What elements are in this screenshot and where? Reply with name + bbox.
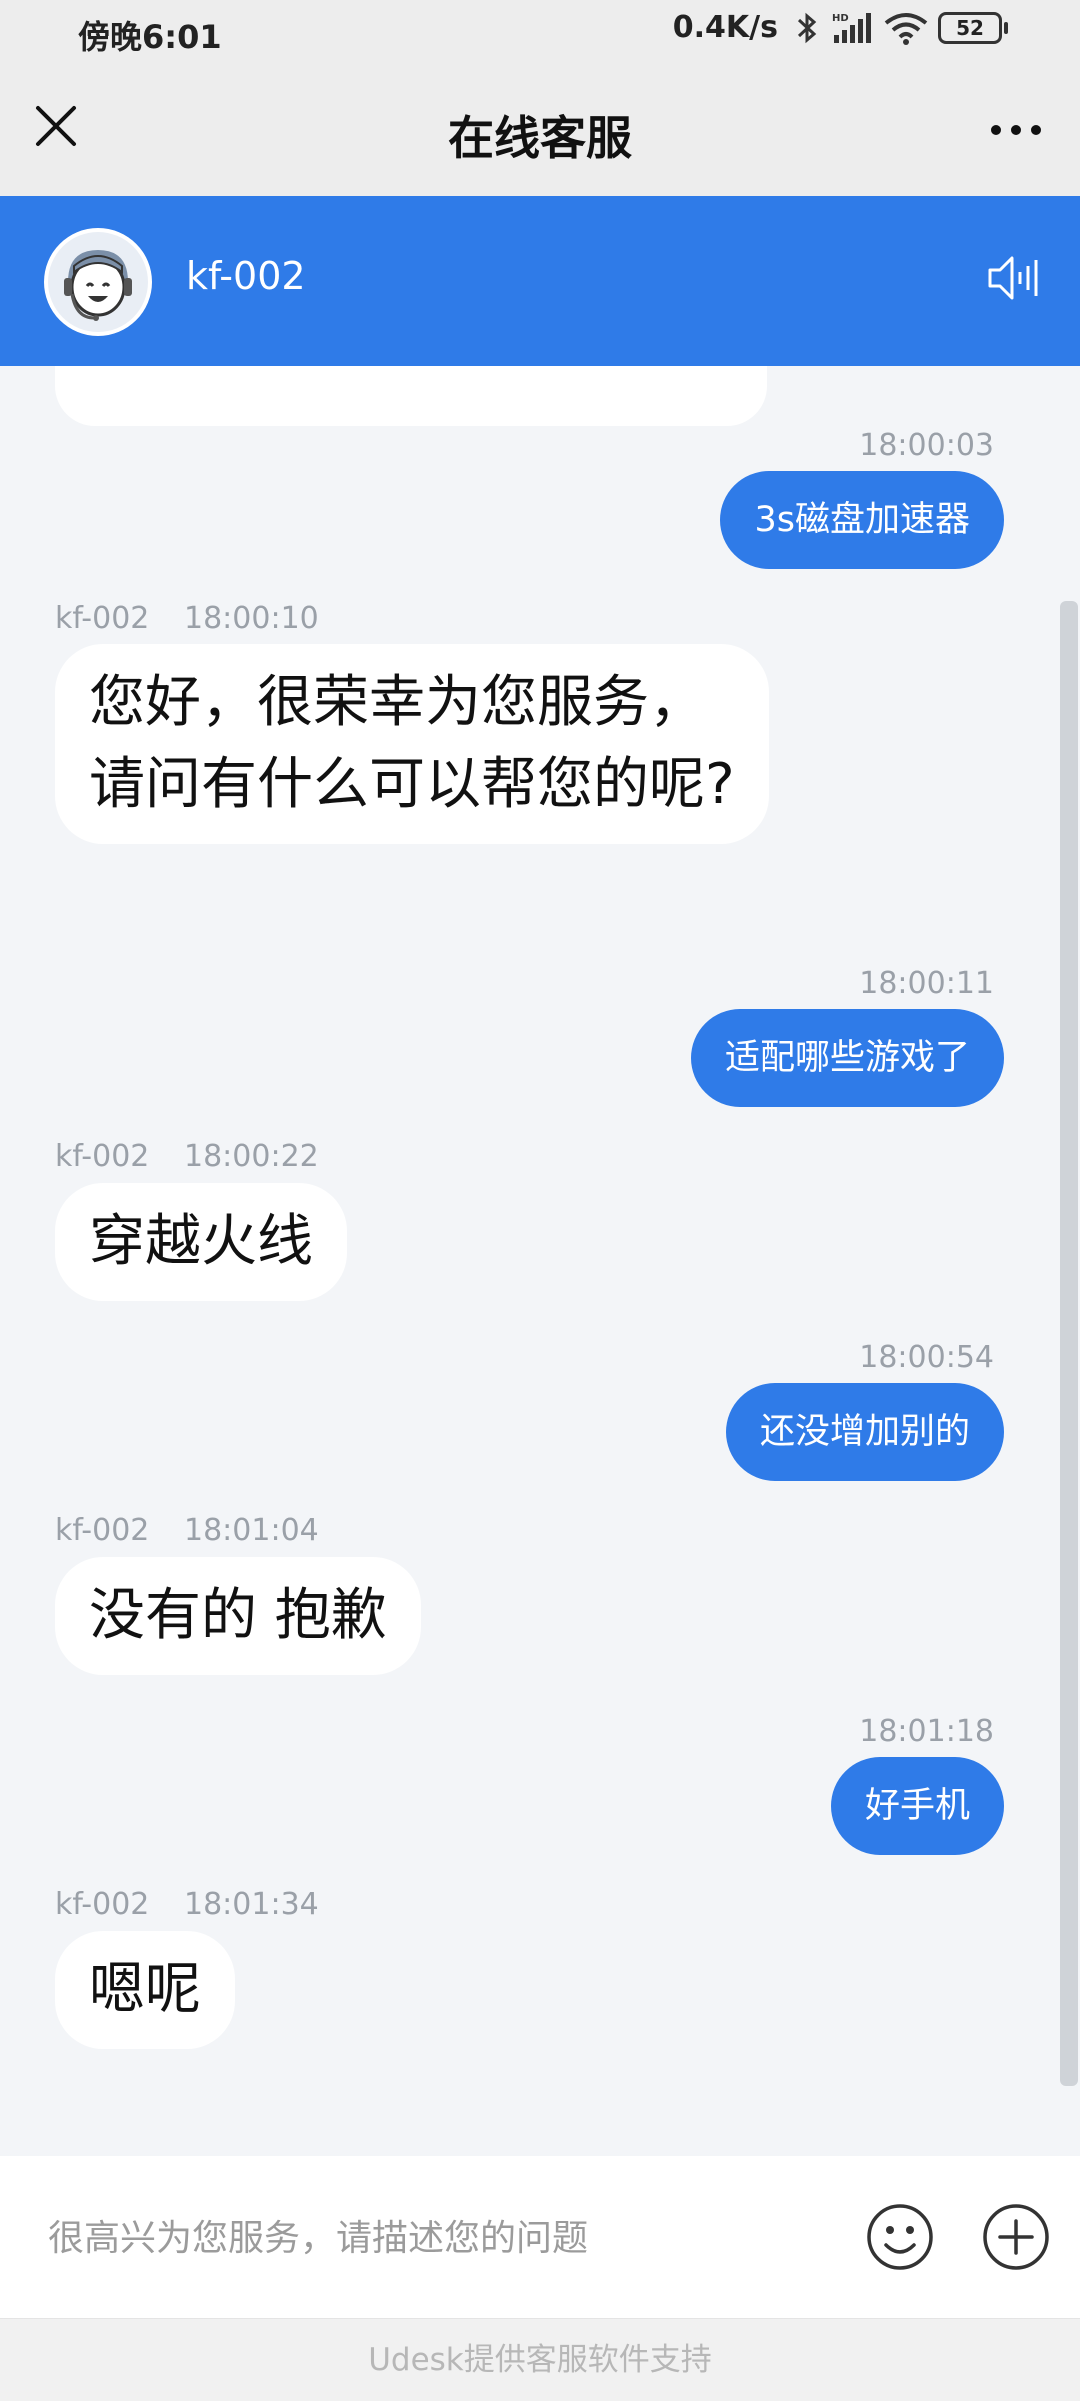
- message-composer: [0, 2156, 1080, 2318]
- page-title: 在线客服: [448, 111, 632, 165]
- outgoing-message-bubble: 还没增加别的: [725, 1383, 1004, 1481]
- svg-text:HD: HD: [832, 13, 849, 24]
- avatar: [44, 228, 152, 336]
- incoming-message-bubble: 没有的 抱歉: [55, 1557, 421, 1675]
- message-time: 18:00:22: [184, 1139, 319, 1174]
- incoming-message-bubble: 您好，很荣幸为您服务，请问有什么可以帮您的呢?: [55, 644, 769, 844]
- speaker-icon[interactable]: [986, 252, 1042, 304]
- status-time: 傍晚6:01: [78, 18, 222, 56]
- message-sender: kf-002: [55, 1887, 150, 1922]
- incoming-message-bubble: 嗯呢: [55, 1931, 235, 2049]
- agent-avatar-icon: [48, 232, 148, 332]
- incoming-message-bubble: 穿越火线: [55, 1183, 347, 1301]
- bluetooth-icon: [797, 12, 817, 43]
- message-time: 18:01:18: [859, 1714, 994, 1749]
- nav-bar: 在线客服: [0, 66, 1080, 196]
- outgoing-message-bubble: 好手机: [830, 1757, 1004, 1855]
- message-input[interactable]: [46, 2202, 830, 2274]
- plus-icon[interactable]: [980, 2201, 1052, 2273]
- chat-area[interactable]: 18:00:03 3s磁盘加速器 kf-002 18:00:10 您好，很荣幸为…: [0, 366, 1080, 2156]
- message-time: 18:00:03: [859, 428, 994, 463]
- network-speed: 0.4K/s: [672, 10, 778, 45]
- message-time: 18:01:34: [184, 1887, 319, 1922]
- emoji-icon[interactable]: [864, 2201, 936, 2273]
- outgoing-message-bubble: 适配哪些游戏了: [690, 1009, 1004, 1107]
- message-time: 18:00:11: [859, 966, 994, 1001]
- wifi-icon: [884, 12, 928, 45]
- more-icon[interactable]: [986, 108, 1046, 152]
- scrollbar[interactable]: [1060, 601, 1078, 2086]
- message-time: 18:00:10: [184, 601, 319, 636]
- previous-message-bubble: [55, 366, 767, 426]
- message-sender: kf-002: [55, 1513, 150, 1548]
- message-sender: kf-002: [55, 1139, 150, 1174]
- status-icons: 0.4K/s HD 52: [672, 10, 1008, 45]
- outgoing-message-bubble: 3s磁盘加速器: [720, 471, 1004, 569]
- message-time: 18:00:54: [859, 1340, 994, 1375]
- battery-icon: 52: [938, 11, 1008, 44]
- signal-icon: HD: [832, 12, 871, 43]
- powered-by-footer: Udesk提供客服软件支持: [0, 2318, 1080, 2401]
- agent-name: kf-002: [186, 254, 306, 298]
- agent-header: kf-002: [0, 196, 1080, 366]
- status-bar: 傍晚6:01 0.4K/s HD 52: [0, 0, 1080, 66]
- message-sender: kf-002: [55, 601, 150, 636]
- message-time: 18:01:04: [184, 1513, 319, 1548]
